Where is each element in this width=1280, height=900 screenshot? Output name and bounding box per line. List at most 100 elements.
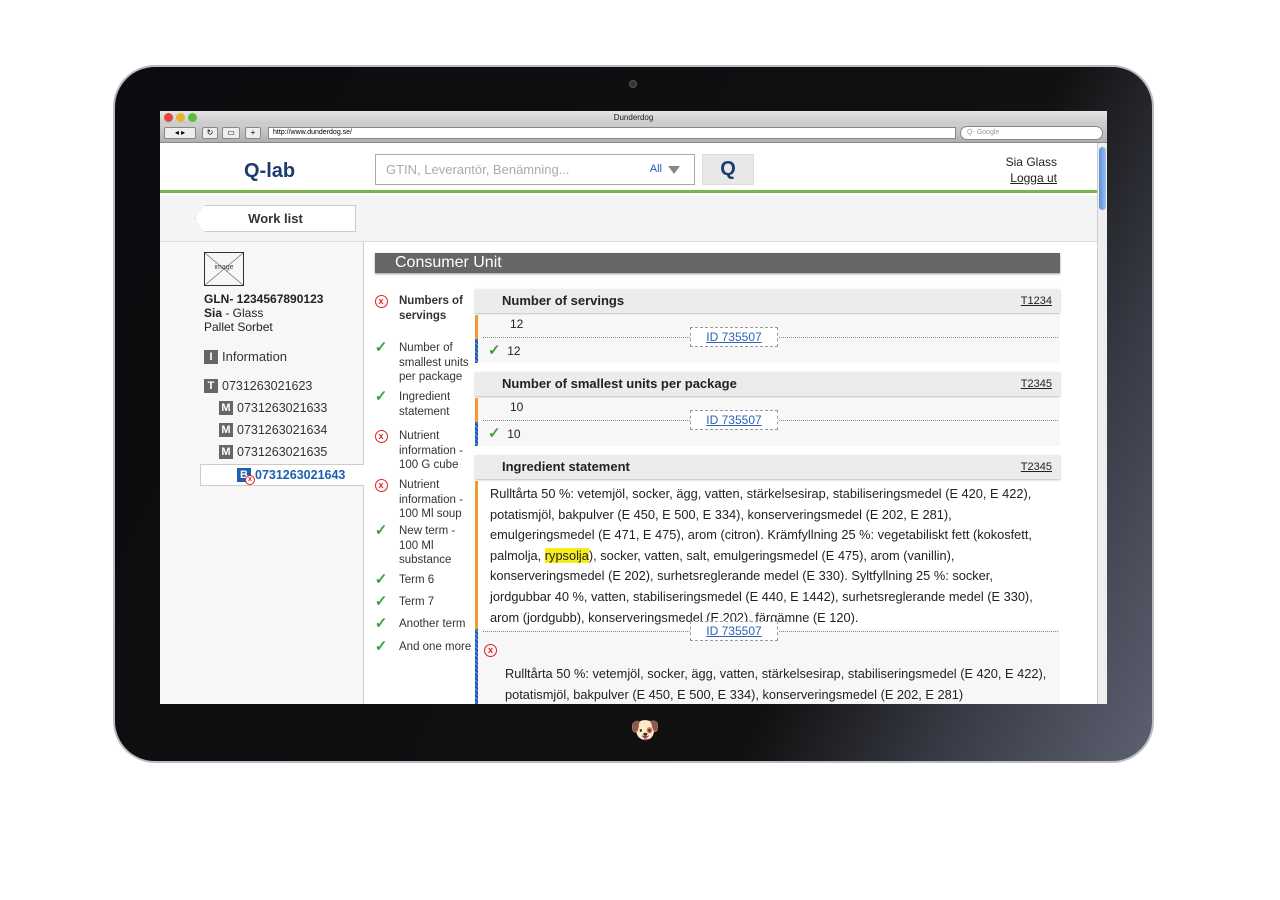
value-approved: ✓ 12 bbox=[488, 342, 521, 359]
check-icon: ✓ bbox=[374, 571, 388, 588]
field-number-of-servings: Number of servings T1234 12 ✓ 12 ID 73550… bbox=[475, 289, 1060, 363]
checklist-item[interactable]: ✓ Term 6 bbox=[373, 571, 473, 589]
bookmarks-icon[interactable]: ▭ bbox=[222, 127, 240, 139]
logout-link[interactable]: Logga ut bbox=[1006, 170, 1057, 186]
checklist-item[interactable]: ✓ Number of smallest units per package bbox=[373, 340, 473, 385]
checklist-item[interactable]: x Numbers of servings bbox=[373, 294, 473, 323]
checklist-item[interactable]: x Nutrient information - 100 Ml soup bbox=[373, 478, 473, 522]
value-supplier: 10 bbox=[510, 400, 524, 414]
error-icon: x bbox=[484, 644, 497, 657]
browser-search-field[interactable]: Q- Google bbox=[960, 126, 1103, 140]
info-badge-icon: I bbox=[204, 349, 218, 364]
checklist-label: Term 6 bbox=[399, 574, 435, 586]
checklist-label: Numbers of servings bbox=[399, 295, 463, 322]
scrollbar[interactable] bbox=[1097, 143, 1107, 704]
checklist-item[interactable]: ✓ And one more bbox=[373, 639, 473, 656]
m-badge-icon: M bbox=[219, 401, 233, 415]
checklist-item[interactable]: ✓ Term 7 bbox=[373, 593, 473, 611]
checklist-label: Term 7 bbox=[399, 596, 435, 608]
id-box: ID 735507 bbox=[690, 327, 778, 347]
tree-item-label: 0731263021635 bbox=[237, 445, 328, 459]
browser-title: Dunderdog bbox=[613, 113, 654, 122]
search-button[interactable]: Q bbox=[702, 154, 754, 185]
close-window-icon[interactable] bbox=[164, 113, 173, 122]
field-values: 10 ✓ 10 ID 735507 bbox=[475, 398, 1060, 446]
tree-item-selected[interactable]: Bx 0731263021643 bbox=[237, 468, 346, 485]
m-badge-icon: M bbox=[219, 445, 233, 459]
scroll-thumb[interactable] bbox=[1099, 147, 1106, 210]
m-badge-icon: M bbox=[219, 423, 233, 437]
approved-text: Rulltårta 50 %: vetemjöl, socker, ägg, v… bbox=[505, 666, 1047, 702]
checklist-label: And one more bbox=[399, 641, 472, 653]
tree-item-label: 0731263021633 bbox=[237, 401, 328, 415]
search-placeholder: GTIN, Leverantör, Benämning... bbox=[386, 162, 570, 177]
brand-logo[interactable]: Q-lab bbox=[244, 160, 295, 183]
field-code-link[interactable]: T2345 bbox=[1021, 455, 1052, 479]
checklist-item[interactable]: ✓ New term - 100 Ml substance bbox=[373, 522, 473, 568]
user-box: Sia Glass Logga ut bbox=[1006, 154, 1057, 186]
error-icon: x bbox=[245, 475, 255, 485]
tree-item-label: 0731263021643 bbox=[255, 468, 346, 482]
url-field[interactable]: http://www.dunderdog.se/ bbox=[268, 127, 956, 139]
sidebar: image GLN- 1234567890123 Sia - Glass Pal… bbox=[160, 242, 364, 704]
add-icon[interactable]: + bbox=[245, 127, 261, 139]
reload-icon[interactable]: ↻ bbox=[202, 127, 218, 139]
checklist-label: New term - 100 Ml substance bbox=[399, 525, 456, 566]
id-link[interactable]: ID 735507 bbox=[706, 624, 761, 638]
checklist-label: Nutrient information - 100 G cube bbox=[399, 430, 463, 471]
checklist: x Numbers of servings ✓ Number of smallest … bbox=[365, 242, 475, 704]
check-icon: ✓ bbox=[374, 615, 388, 632]
checklist-label: Ingredient statement bbox=[399, 391, 451, 418]
field-code-link[interactable]: T2345 bbox=[1021, 372, 1052, 396]
minimize-window-icon[interactable] bbox=[176, 113, 185, 122]
id-link[interactable]: ID 735507 bbox=[706, 330, 761, 344]
checklist-label: Number of smallest units per package bbox=[399, 342, 469, 383]
worklist-button[interactable]: Work list bbox=[195, 205, 356, 232]
field-ingredient-statement: Ingredient statement T2345 Rulltårta 50 %… bbox=[475, 455, 1060, 704]
zoom-window-icon[interactable] bbox=[188, 113, 197, 122]
product-image-placeholder: image bbox=[204, 252, 244, 286]
tree-item-label: 0731263021634 bbox=[237, 423, 328, 437]
tree-item[interactable]: T 0731263021623 bbox=[204, 379, 312, 393]
highlighted-word: rypsolja bbox=[544, 547, 589, 563]
tree-item[interactable]: M 0731263021635 bbox=[219, 445, 327, 459]
field-header: Number of servings T1234 bbox=[475, 289, 1060, 313]
id-box: ID 735507 bbox=[690, 410, 778, 430]
back-forward-icon[interactable]: ◂ ▸ bbox=[164, 127, 196, 139]
checklist-label: Another term bbox=[399, 618, 466, 630]
chevron-down-icon[interactable] bbox=[668, 166, 680, 174]
product-name: Pallet Sorbet bbox=[204, 320, 273, 334]
supplier-category: - Glass bbox=[222, 306, 264, 320]
tree-item-information[interactable]: I Information bbox=[204, 349, 287, 364]
search-input[interactable]: GTIN, Leverantör, Benämning... All bbox=[375, 154, 695, 185]
checklist-item[interactable]: ✓ Another term bbox=[373, 615, 473, 633]
browser-titlebar: Dunderdog bbox=[160, 111, 1107, 124]
filter-dropdown[interactable]: All bbox=[650, 155, 662, 184]
dog-logo-icon: 🐶 bbox=[630, 717, 660, 744]
ingredient-text-supplier: Rulltårta 50 %: vetemjöl, socker, ägg, v… bbox=[475, 479, 1060, 631]
checklist-label: Nutrient information - 100 Ml soup bbox=[399, 479, 463, 520]
value-approved: ✓ 10 bbox=[488, 425, 521, 442]
header: Q-lab GTIN, Leverantör, Benämning... All… bbox=[160, 143, 1097, 193]
tree-item[interactable]: M 0731263021633 bbox=[219, 401, 327, 415]
field-header: Number of smallest units per package T234… bbox=[475, 372, 1060, 396]
check-icon: ✓ bbox=[374, 388, 388, 405]
checklist-item[interactable]: ✓ Ingredient statement bbox=[373, 388, 473, 419]
check-icon: ✓ bbox=[374, 593, 388, 610]
gln: GLN- 1234567890123 bbox=[204, 292, 324, 306]
check-icon: ✓ bbox=[374, 522, 388, 539]
field-smallest-units: Number of smallest units per package T234… bbox=[475, 372, 1060, 446]
tree-item-label: 0731263021623 bbox=[222, 379, 313, 393]
tree-item[interactable]: M 0731263021634 bbox=[219, 423, 327, 437]
id-link[interactable]: ID 735507 bbox=[706, 413, 761, 427]
error-icon: x bbox=[374, 295, 388, 308]
checklist-item[interactable]: x Nutrient information - 100 G cube bbox=[373, 429, 473, 473]
section-title: Consumer Unit bbox=[375, 253, 1060, 273]
field-code-link[interactable]: T1234 bbox=[1021, 289, 1052, 313]
b-badge-icon: Bx bbox=[237, 468, 255, 485]
worklist-bar: Work list bbox=[160, 196, 1097, 242]
field-title: Number of servings bbox=[502, 293, 625, 308]
field-title: Ingredient statement bbox=[502, 459, 630, 474]
product-info: GLN- 1234567890123 Sia - Glass Pallet So… bbox=[204, 292, 323, 334]
supplier-name: Sia bbox=[204, 306, 223, 320]
